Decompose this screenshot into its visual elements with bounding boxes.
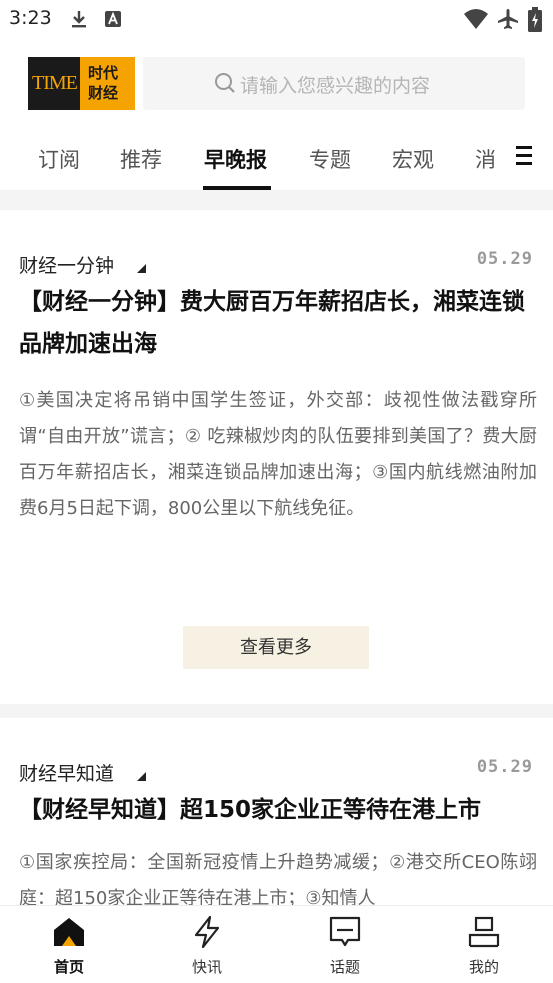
column-corner-icon [137,772,146,781]
airplane-mode-icon [498,9,518,29]
nav-topics-label: 话题 [329,958,360,976]
download-icon [72,11,86,28]
search-input[interactable]: 请输入您感兴趣的内容 [143,57,525,110]
wifi-icon [464,9,488,29]
logo-name: 时代财经 [88,64,119,102]
article-headline[interactable]: 【财经早知道】超150家企业正等待在港上市 [19,789,537,831]
nav-home[interactable]: 首页 [29,906,109,983]
app-header: TIME 时代财经 请输入您感兴趣的内容 订阅 推荐 早晚报 专题 宏观 消 [0,40,553,190]
logo-mark: TIME [32,72,78,94]
nav-profile-label: 我的 [468,958,499,976]
nav-profile[interactable]: 我的 [444,906,524,983]
active-tab-indicator [203,186,271,190]
tab-menu-icon[interactable] [516,146,534,168]
article-headline[interactable]: 【财经一分钟】费大厨百万年薪招店长，湘菜连锁品牌加速出海 [19,281,537,365]
time-finance-logo[interactable]: TIME 时代财经 [28,57,135,110]
lightning-icon [194,915,220,949]
text-a-icon [105,11,121,27]
column-title[interactable]: 财经一分钟 [19,251,114,278]
news-card[interactable]: 财经一分钟 05.29 【财经一分钟】费大厨百万年薪招店长，湘菜连锁品牌加速出海… [0,210,553,704]
tab-topics[interactable]: 专题 [309,144,351,174]
battery-charging-icon [528,7,542,32]
tab-macro[interactable]: 宏观 [392,144,434,174]
status-time: 3:23 [9,7,52,29]
nav-home-label: 首页 [53,958,84,976]
column-corner-icon [137,264,146,273]
article-summary: ①美国决定将吊销中国学生签证，外交部：歧视性做法戳穿所谓“自由开放”谎言；② 吃… [19,390,537,519]
column-title[interactable]: 财经早知道 [19,759,114,786]
news-card[interactable]: 财经早知道 05.29 【财经早知道】超150家企业正等待在港上市 ①国家疾控局… [0,718,553,909]
nav-topics[interactable]: 话题 [305,906,385,983]
tab-subscribe[interactable]: 订阅 [38,144,80,174]
logo-mark-block: TIME [28,57,80,110]
profile-icon [468,916,500,948]
tab-morning-evening-report[interactable]: 早晚报 [204,144,267,174]
bottom-navigation: 首页 快讯 话题 我的 [0,905,553,983]
nav-flash-news-label: 快讯 [191,958,222,976]
nav-flash-news[interactable]: 快讯 [167,906,247,983]
status-bar: 3:23 [0,0,553,40]
article-date: 05.29 [476,249,533,269]
tab-recommend[interactable]: 推荐 [120,144,162,174]
topic-icon [329,916,361,947]
view-more-button[interactable]: 查看更多 [183,626,369,669]
home-icon [54,918,84,946]
tab-consumer[interactable]: 消 [475,144,496,174]
search-placeholder: 请输入您感兴趣的内容 [240,75,431,97]
search-icon [215,73,235,93]
category-tabs: 订阅 推荐 早晚报 专题 宏观 消 [0,140,553,190]
article-date: 05.29 [476,757,533,777]
